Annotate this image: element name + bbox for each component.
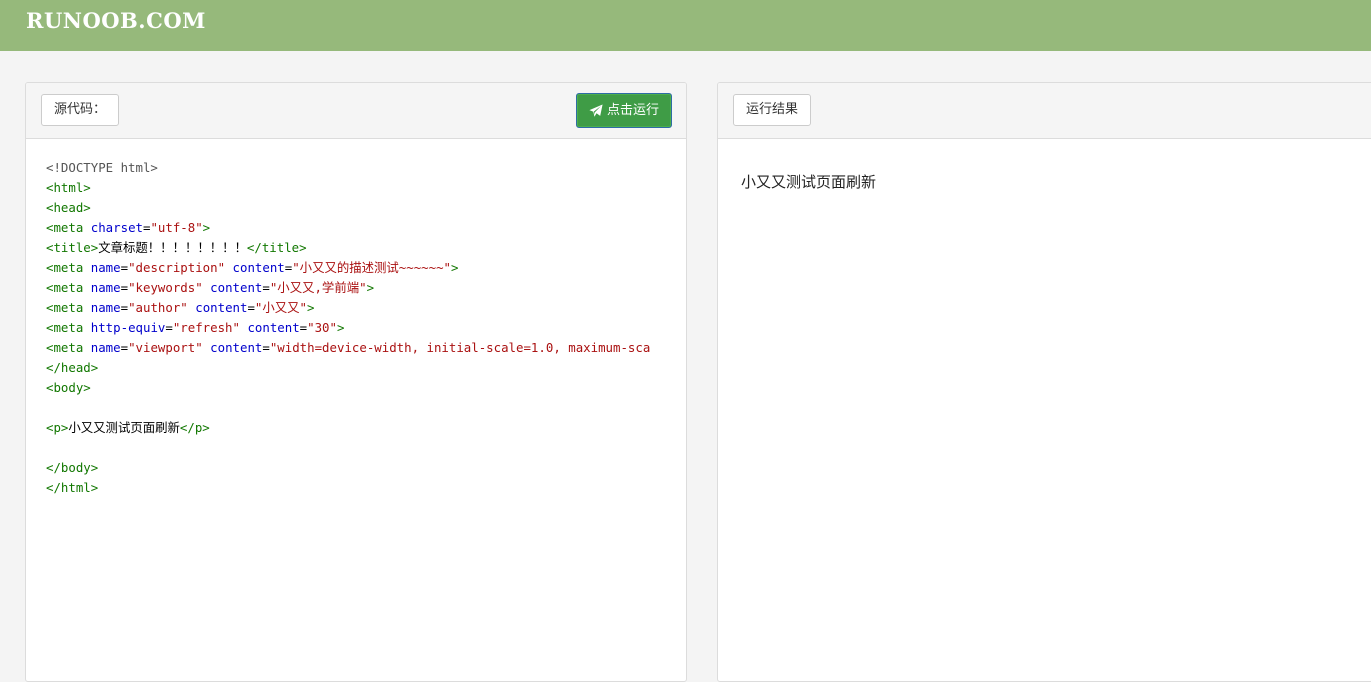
- code-token: <head>: [46, 200, 91, 215]
- top-bar: RUNOOB.COM: [0, 0, 1371, 51]
- code-token: >: [451, 260, 459, 275]
- code-token: <body>: [46, 380, 91, 395]
- result-panel-header: 运行结果: [718, 83, 1371, 139]
- code-line: </body>: [46, 458, 686, 478]
- paper-plane-icon: [589, 103, 603, 117]
- code-token: "viewport": [128, 340, 203, 355]
- code-line: <meta name="keywords" content="小又又,学前端">: [46, 278, 686, 298]
- code-token: charset: [90, 220, 143, 235]
- code-token: >: [336, 320, 345, 335]
- code-token: <meta: [46, 320, 91, 335]
- code-token: <meta: [46, 280, 91, 295]
- code-line: <meta name="description" content="小又又的描述…: [46, 258, 686, 278]
- code-token: <html>: [46, 180, 91, 195]
- code-token: <title>: [46, 240, 99, 255]
- code-line: </html>: [46, 478, 686, 498]
- code-token: "keywords": [128, 280, 203, 295]
- code-line: <p>小又又测试页面刷新</p>: [46, 418, 686, 438]
- code-token: <meta: [46, 220, 91, 235]
- code-token: <meta: [46, 260, 91, 275]
- code-line: <head>: [46, 198, 686, 218]
- code-token: =: [262, 280, 270, 295]
- code-token: =: [120, 280, 129, 295]
- code-token: content: [210, 340, 263, 355]
- code-token: name: [90, 280, 121, 295]
- result-panel: 运行结果 小又又测试页面刷新: [717, 82, 1371, 682]
- code-token: </title>: [246, 240, 307, 255]
- code-token: "refresh": [172, 320, 240, 335]
- code-token: =: [120, 260, 129, 275]
- code-token: =: [165, 320, 173, 335]
- code-token: <meta: [46, 300, 91, 315]
- code-editor[interactable]: <!DOCTYPE html> <html> <head> <meta charset…: [46, 158, 686, 498]
- code-token: </p>: [179, 420, 210, 435]
- code-token: 文章标题！！！！！！！！: [98, 240, 247, 255]
- code-token: name: [90, 260, 121, 275]
- code-token: content: [210, 280, 263, 295]
- code-line: <title>文章标题！！！！！！！！</title>: [46, 238, 686, 258]
- code-token: >: [307, 300, 315, 315]
- code-token: </head>: [46, 360, 99, 375]
- code-token: >: [202, 220, 211, 235]
- code-token: >: [366, 280, 375, 295]
- code-token: "width=device-width, initial-scale=1.0, …: [269, 340, 651, 355]
- code-line: <meta name="viewport" content="width=dev…: [46, 338, 686, 358]
- code-token: "description": [128, 260, 226, 275]
- code-token: content: [247, 320, 300, 335]
- code-token: name: [90, 300, 121, 315]
- code-token: </body>: [46, 460, 99, 475]
- code-line: </head>: [46, 358, 686, 378]
- code-token: <p>: [46, 420, 69, 435]
- code-token: 小又又测试页面刷新: [68, 420, 180, 435]
- site-logo[interactable]: RUNOOB.COM: [26, 8, 206, 33]
- result-label: 运行结果: [733, 94, 812, 126]
- code-token: =: [120, 340, 129, 355]
- code-token: "小又又,学前端": [269, 280, 367, 295]
- code-token: "小又又": [254, 300, 308, 315]
- code-line: <body>: [46, 378, 686, 398]
- code-token: content: [195, 300, 248, 315]
- code-token: "小又又的描述测试~~~~~~": [292, 260, 452, 275]
- code-token: <meta: [46, 340, 91, 355]
- code-line: <meta charset="utf-8">: [46, 218, 686, 238]
- source-code-label: 源代码：: [41, 94, 120, 126]
- code-token: <!DOCTYPE html>: [46, 160, 158, 175]
- code-token: name: [90, 340, 121, 355]
- source-panel-header: 源代码： 点击运行: [26, 83, 686, 139]
- code-token: =: [262, 340, 270, 355]
- source-code-panel: 源代码： 点击运行 <!DOCTYPE html> <html> <head> <me…: [25, 82, 687, 682]
- result-content: 小又又测试页面刷新: [741, 173, 877, 191]
- code-token: </html>: [46, 480, 99, 495]
- code-token: http-equiv: [90, 320, 166, 335]
- code-line: <html>: [46, 178, 686, 198]
- code-line: <!DOCTYPE html>: [46, 158, 686, 178]
- code-line: <meta http-equiv="refresh" content="30">: [46, 318, 686, 338]
- code-token: "author": [128, 300, 188, 315]
- code-token: =: [120, 300, 129, 315]
- run-button-label: 点击运行: [606, 103, 659, 118]
- run-button[interactable]: 点击运行: [575, 93, 672, 128]
- code-token: content: [232, 260, 285, 275]
- code-line: <meta name="author" content="小又又">: [46, 298, 686, 318]
- code-token: "utf-8": [150, 220, 203, 235]
- code-token: =: [247, 300, 255, 315]
- code-token: "30": [307, 320, 337, 335]
